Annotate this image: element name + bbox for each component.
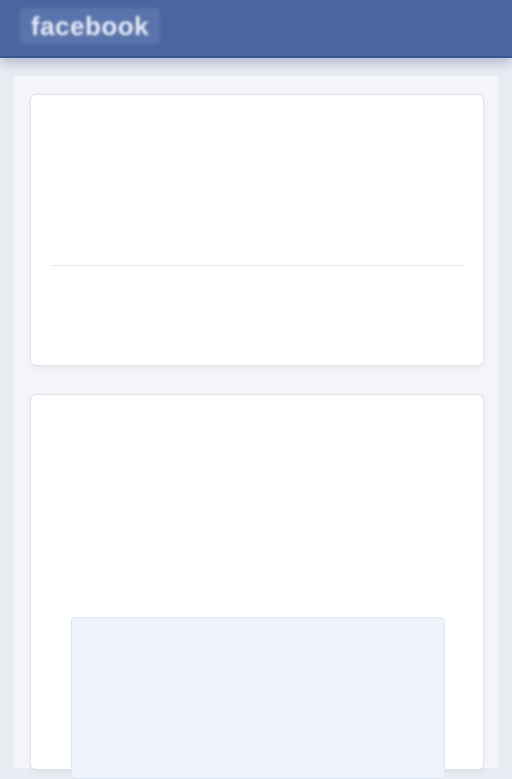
page-content: [14, 76, 498, 779]
top-bar: facebook: [0, 0, 512, 58]
info-card: [30, 394, 484, 779]
inner-panel[interactable]: [71, 617, 445, 779]
card-heading: [59, 117, 329, 139]
facebook-logo[interactable]: facebook: [20, 8, 160, 44]
account-card: [30, 94, 484, 366]
divider: [51, 265, 463, 266]
edit-link[interactable]: [379, 307, 449, 329]
